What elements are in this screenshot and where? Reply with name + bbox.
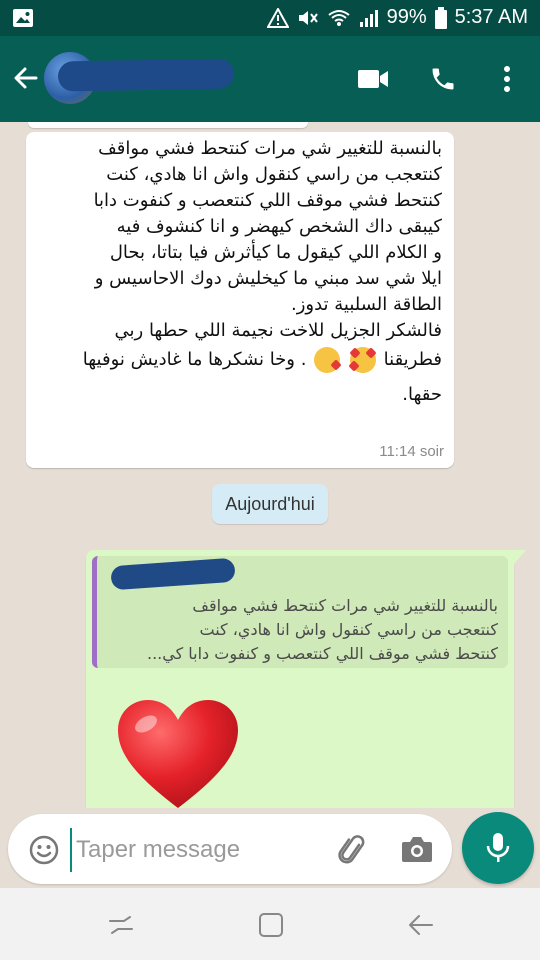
chat-messages[interactable]: بالنسبة للتغيير شي مرات كنتحط فشي مواقف … xyxy=(0,122,540,808)
microphone-icon[interactable] xyxy=(462,812,534,884)
system-navigation-bar xyxy=(0,888,540,960)
mute-icon xyxy=(297,8,319,28)
chat-header xyxy=(0,36,540,122)
home-icon[interactable] xyxy=(256,910,286,940)
message-input-container[interactable] xyxy=(8,814,452,884)
outgoing-message[interactable]: بالنسبة للتغيير شي مرات كنتحط فشي مواقف … xyxy=(86,550,526,808)
phone-icon[interactable] xyxy=(426,62,460,96)
signal-icon xyxy=(359,8,379,28)
message-line: حقها. xyxy=(402,384,442,405)
message-fragment: . وخا نشكرها ما غاديش نوفيها xyxy=(82,349,307,370)
contact-name-redacted[interactable] xyxy=(57,58,235,92)
date-separator: Aujourd'hui xyxy=(212,484,328,524)
wifi-icon xyxy=(327,8,351,28)
quoted-reply[interactable]: بالنسبة للتغيير شي مرات كنتحط فشي مواقف … xyxy=(92,556,508,668)
message-line: الطاقة السلبية تدوز. xyxy=(290,294,442,315)
recent-apps-icon[interactable] xyxy=(106,910,136,940)
message-timestamp: 11:14 soir xyxy=(379,443,444,460)
previous-message-bubble[interactable] xyxy=(28,122,308,128)
message-line: فطريقنا . وخا نشكرها ما غاديش نوفيها xyxy=(38,344,442,376)
message-line: بالنسبة للتغيير شي مرات كنتحط فشي مواقف xyxy=(98,138,442,159)
paperclip-icon[interactable] xyxy=(336,834,370,868)
message-line: و الكلام اللي كيقول ما كيأثرش فيا بتاتا،… xyxy=(109,242,442,263)
quote-author-redacted xyxy=(110,557,236,591)
message-fragment: فطريقنا xyxy=(383,349,442,370)
battery-icon xyxy=(434,6,447,29)
message-input[interactable] xyxy=(70,828,338,872)
quote-line: كنتحط فشي موقف اللي كنتعصب و كنفوت دابا … xyxy=(146,644,498,663)
message-line: كنتعجب من راسي كنقول واش انا هادي، كنت xyxy=(106,164,442,185)
warning-icon xyxy=(266,7,289,28)
bubble-tail xyxy=(514,550,526,564)
video-camera-icon[interactable] xyxy=(356,62,390,96)
message-line: كيبقى داك الشخص كيهضر و انا كنشوف فيه xyxy=(116,216,442,237)
heart-emoji-icon xyxy=(116,698,240,808)
back-nav-icon[interactable] xyxy=(406,910,436,940)
face-blowing-kiss-icon xyxy=(314,347,342,373)
clock: 5:37 AM xyxy=(454,6,528,28)
compose-bar xyxy=(0,808,540,888)
quote-text: بالنسبة للتغيير شي مرات كنتحط فشي مواقف … xyxy=(102,594,498,666)
message-line: كنتحط فشي موقف اللي كنتعصب و كنفوت دابا xyxy=(93,190,442,211)
smiling-face-with-hearts-icon xyxy=(348,347,377,373)
gallery-notification-icon xyxy=(12,8,34,33)
quote-line: بالنسبة للتغيير شي مرات كنتحط فشي مواقف xyxy=(192,596,498,615)
more-vert-icon[interactable] xyxy=(490,62,524,96)
arrow-left-icon[interactable] xyxy=(10,62,42,94)
message-line: فالشكر الجزيل للاخت نجيمة اللي حطها ربي xyxy=(114,320,442,341)
message-line: ايلا شي سد مبني ما كيخليش دوك الاحاسيس و xyxy=(94,268,442,289)
status-bar: 99% 5:37 AM xyxy=(0,0,540,36)
emoji-icon[interactable] xyxy=(28,834,60,866)
quote-line: كنتعجب من راسي كنقول واش انا هادي، كنت xyxy=(199,620,498,639)
camera-icon[interactable] xyxy=(400,834,434,868)
battery-percent: 99% xyxy=(386,6,427,28)
incoming-message[interactable]: بالنسبة للتغيير شي مرات كنتحط فشي مواقف … xyxy=(26,132,454,468)
message-text: بالنسبة للتغيير شي مرات كنتحط فشي مواقف … xyxy=(38,136,442,408)
